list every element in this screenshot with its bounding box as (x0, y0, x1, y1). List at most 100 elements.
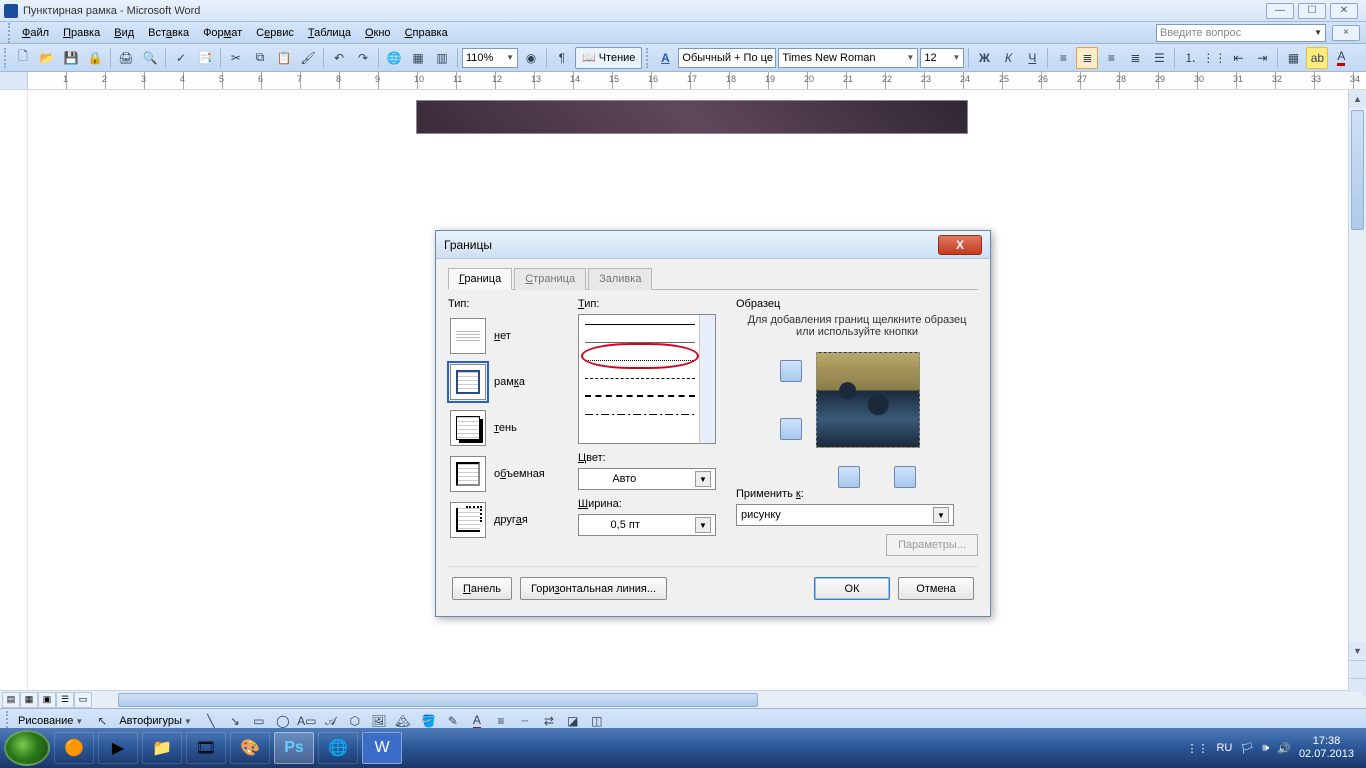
reading-view-button[interactable]: ▭ (74, 692, 92, 708)
width-combo[interactable]: 0,5 пт▼ (578, 514, 716, 536)
permission-button[interactable]: 🔒 (84, 47, 106, 69)
tray-flag-icon[interactable]: 🏳 (1240, 742, 1254, 755)
menu-view[interactable]: Вид (108, 25, 140, 41)
maximize-button[interactable]: ☐ (1298, 3, 1326, 19)
font-color-button[interactable]: A (1330, 47, 1352, 69)
web-view-button[interactable]: ▦ (20, 692, 38, 708)
cancel-button[interactable]: Отмена (898, 577, 974, 600)
page-canvas[interactable]: Границы X Граница Страница Заливка Тип: … (28, 90, 1366, 690)
numbered-list-button[interactable]: ⒈ (1179, 47, 1201, 69)
menu-format[interactable]: Формат (197, 25, 248, 41)
outdent-button[interactable]: ⇤ (1227, 47, 1249, 69)
print-button[interactable]: 🖨 (115, 47, 137, 69)
format-painter-button[interactable]: 🖌 (297, 47, 319, 69)
taskbar-app-1[interactable]: 🟠 (54, 732, 94, 764)
new-doc-button[interactable]: 🗋 (12, 47, 34, 69)
outline-view-button[interactable]: ☰ (56, 692, 74, 708)
vertical-ruler[interactable] (0, 90, 28, 690)
ok-button[interactable]: ОК (814, 577, 890, 600)
menu-file[interactable]: Файл (16, 25, 55, 41)
menu-help[interactable]: Справка (399, 25, 454, 41)
horizontal-ruler[interactable]: 1234567891011121314151617181920212223242… (0, 72, 1366, 90)
help-search-input[interactable]: Введите вопрос▼ (1156, 24, 1326, 42)
hscroll-thumb[interactable] (118, 693, 758, 707)
print-view-button[interactable]: ▣ (38, 692, 56, 708)
taskbar-chrome[interactable]: 🌐 (318, 732, 358, 764)
tables-borders-button[interactable]: ▦ (407, 47, 429, 69)
prev-page-button[interactable] (1349, 660, 1366, 678)
preview-top-border-button[interactable] (780, 360, 802, 382)
preview-button[interactable]: 🔍 (139, 47, 161, 69)
scroll-thumb[interactable] (1351, 110, 1364, 230)
apply-to-combo[interactable]: рисунку▼ (736, 504, 954, 526)
tray-volume-icon[interactable]: 🔊 (1277, 742, 1291, 755)
copy-button[interactable]: ⧉ (249, 47, 271, 69)
align-right-button[interactable]: ≡ (1100, 47, 1122, 69)
type-option-3d[interactable]: объемная (448, 454, 570, 494)
styles-pane-button[interactable]: A (654, 47, 676, 69)
draw-menu[interactable]: Рисование ▼ (14, 715, 87, 727)
underline-button[interactable]: Ч (1021, 47, 1043, 69)
undo-button[interactable]: ↶ (328, 47, 350, 69)
tray-clock[interactable]: 17:38 02.07.2013 (1299, 735, 1354, 761)
tray-language[interactable]: RU (1216, 742, 1232, 754)
list-scrollbar[interactable] (699, 315, 715, 443)
line-style-list[interactable] (578, 314, 716, 444)
taskbar-app-2[interactable]: ▶ (98, 732, 138, 764)
horizontal-scrollbar[interactable] (98, 692, 1362, 708)
autoshapes-menu[interactable]: Автофигуры ▼ (115, 715, 196, 727)
paste-button[interactable]: 📋 (273, 47, 295, 69)
start-button[interactable] (4, 730, 50, 766)
highlight-button[interactable]: ab (1306, 47, 1328, 69)
style-combo[interactable]: Обычный + По це▼ (678, 48, 776, 68)
italic-button[interactable]: К (997, 47, 1019, 69)
menu-edit[interactable]: Правка (57, 25, 106, 41)
zoom-combo[interactable]: 110%▼ (462, 48, 518, 68)
type-option-box[interactable]: рамка (448, 362, 570, 402)
taskbar-app-3[interactable]: 🎞 (186, 732, 226, 764)
close-button[interactable]: ✕ (1330, 3, 1358, 19)
help-button[interactable]: ◉ (520, 47, 542, 69)
vertical-scrollbar[interactable]: ▲ ▼ (1348, 90, 1366, 696)
doc-close-button[interactable]: × (1332, 25, 1360, 41)
cut-button[interactable]: ✂ (225, 47, 247, 69)
minimize-button[interactable]: — (1266, 3, 1294, 19)
indent-button[interactable]: ⇥ (1251, 47, 1273, 69)
insert-table-button[interactable]: ▥ (431, 47, 453, 69)
align-left-button[interactable]: ≡ (1052, 47, 1074, 69)
tab-fill[interactable]: Заливка (588, 268, 652, 290)
taskbar-word[interactable]: W (362, 732, 402, 764)
menu-table[interactable]: Таблица (302, 25, 357, 41)
normal-view-button[interactable]: ▤ (2, 692, 20, 708)
align-center-button[interactable]: ≣ (1076, 47, 1098, 69)
spellcheck-button[interactable]: ✓ (170, 47, 192, 69)
border-preview[interactable] (772, 344, 942, 484)
tray-network-icon[interactable]: 🕪 (1262, 742, 1269, 755)
save-button[interactable]: 💾 (60, 47, 82, 69)
preview-bottom-border-button[interactable] (780, 418, 802, 440)
color-combo[interactable]: Авто▼ (578, 468, 716, 490)
grip-icon[interactable] (8, 23, 12, 43)
line-spacing-button[interactable]: ☰ (1148, 47, 1170, 69)
system-tray[interactable]: ⋮⋮ RU 🏳 🕪 🔊 17:38 02.07.2013 (1186, 735, 1362, 761)
align-justify-button[interactable]: ≣ (1124, 47, 1146, 69)
bold-button[interactable]: Ж (973, 47, 995, 69)
read-mode-button[interactable]: 📖 Чтение (575, 47, 642, 69)
type-option-custom[interactable]: другая (448, 500, 570, 540)
scroll-down-button[interactable]: ▼ (1349, 642, 1366, 660)
open-button[interactable]: 📂 (36, 47, 58, 69)
preview-left-border-button[interactable] (838, 466, 860, 488)
taskbar-paint[interactable]: 🎨 (230, 732, 270, 764)
grip-icon[interactable] (646, 48, 650, 68)
borders-button[interactable]: ▦ (1282, 47, 1304, 69)
menu-service[interactable]: Сервис (250, 25, 300, 41)
tab-page[interactable]: Страница (514, 268, 586, 290)
dialog-titlebar[interactable]: Границы X (436, 231, 990, 259)
type-option-none[interactable]: нет (448, 316, 570, 356)
redo-button[interactable]: ↷ (352, 47, 374, 69)
tab-border[interactable]: Граница (448, 268, 512, 290)
grip-icon[interactable] (4, 48, 8, 68)
type-option-shadow[interactable]: тень (448, 408, 570, 448)
taskbar-explorer[interactable]: 📁 (142, 732, 182, 764)
dialog-close-button[interactable]: X (938, 235, 982, 255)
